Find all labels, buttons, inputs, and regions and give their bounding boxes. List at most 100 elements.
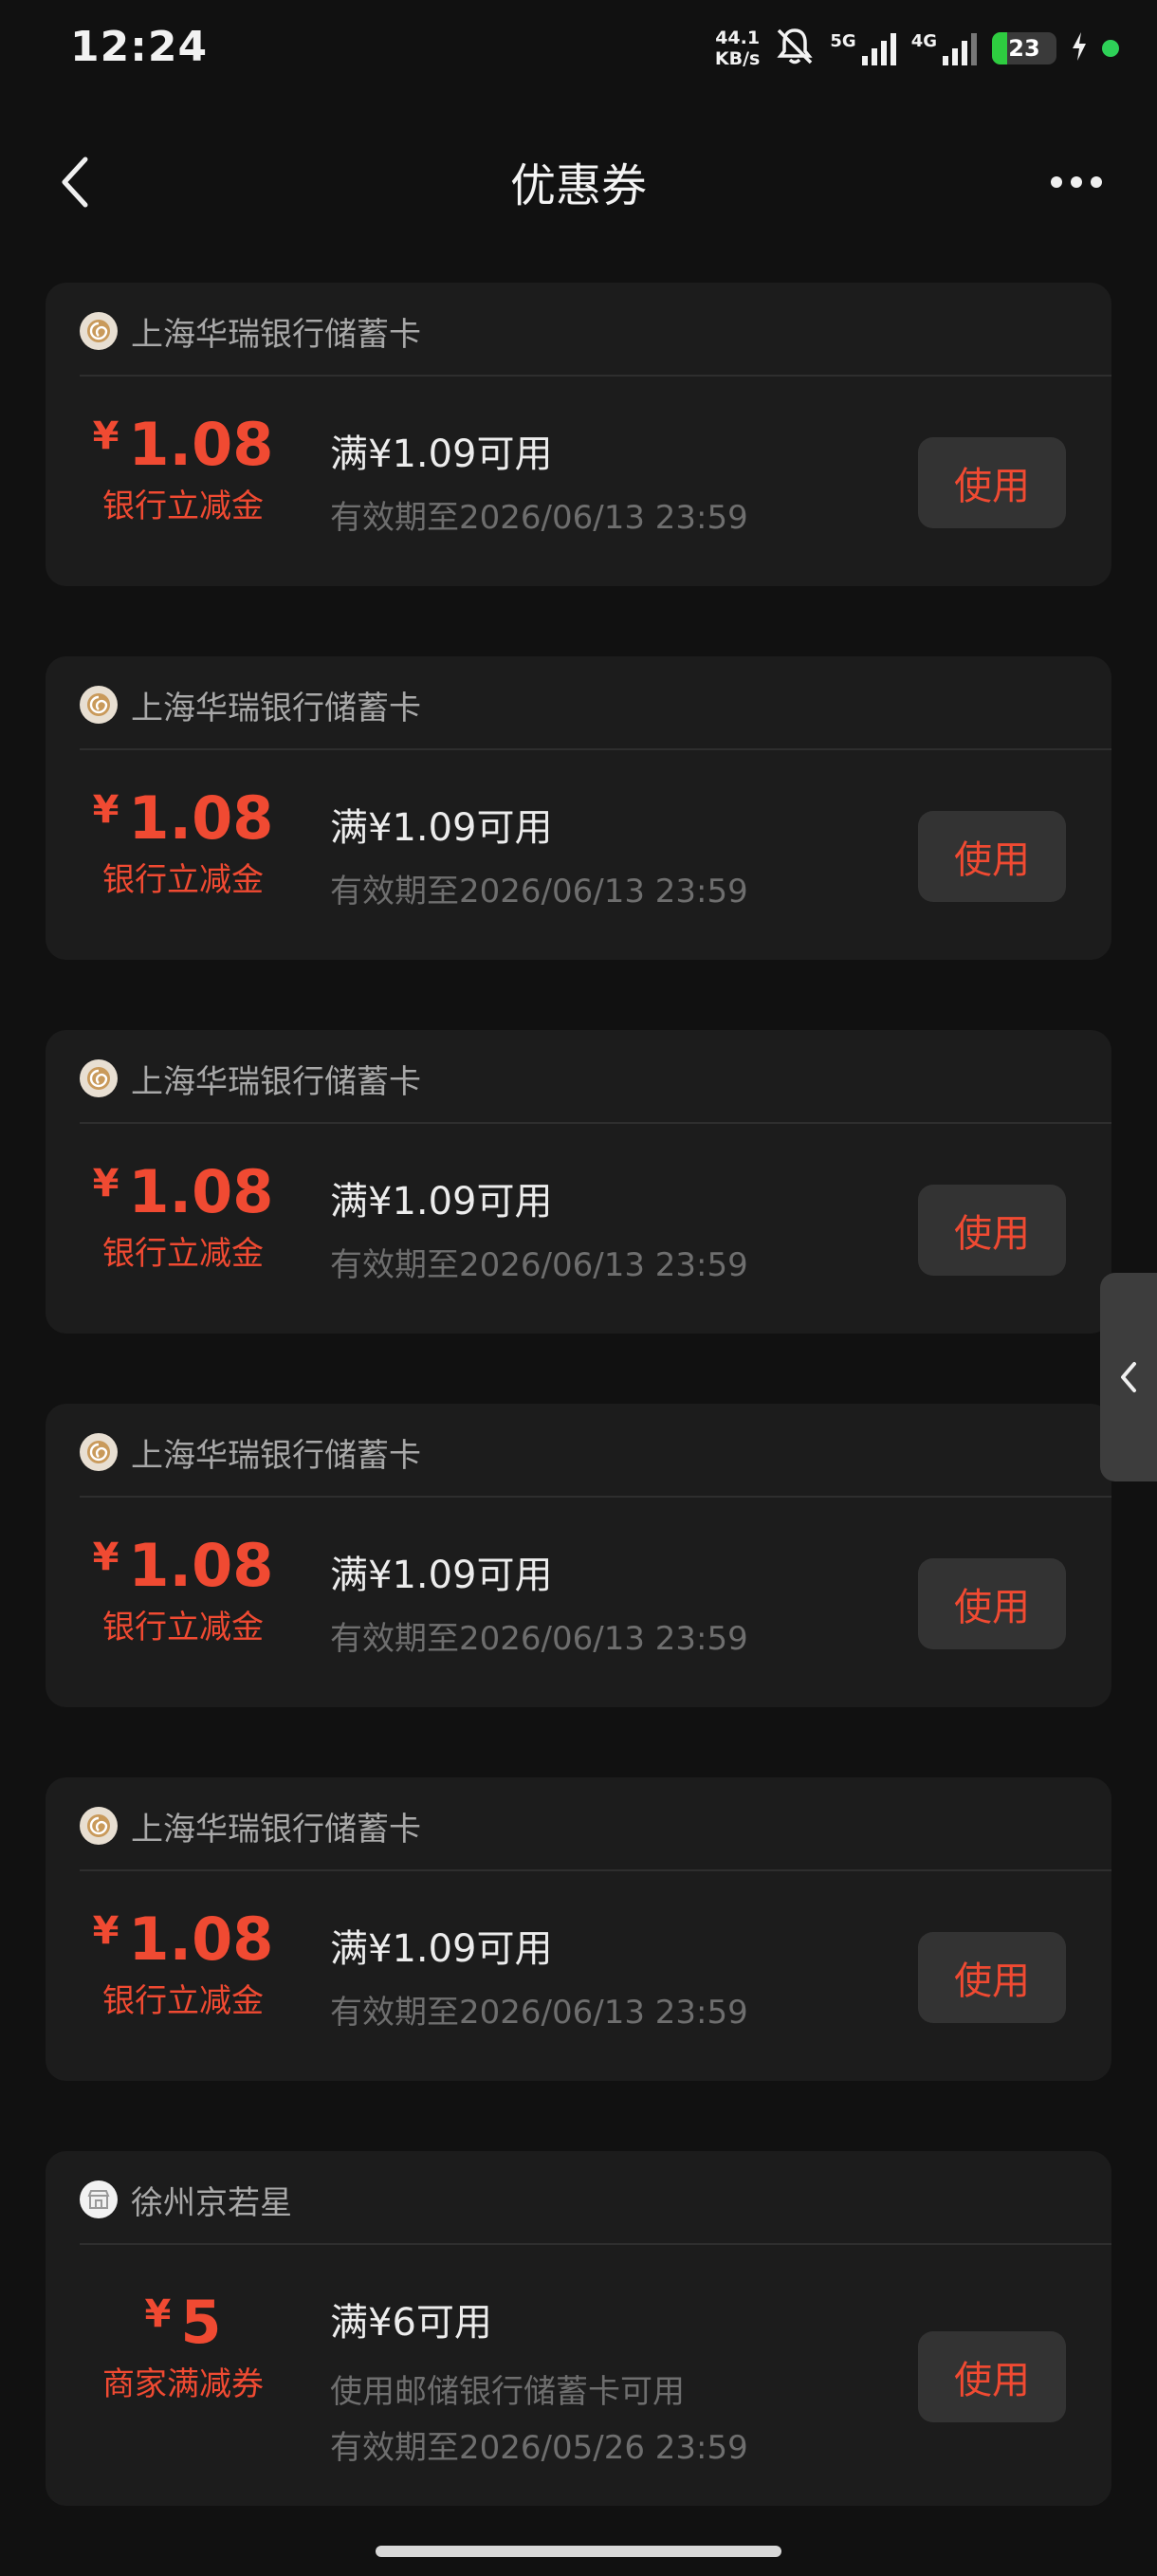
- coupon-condition: 满¥1.09可用: [330, 806, 553, 850]
- coupon-amount: ¥ 1.08 银行立减金: [46, 1163, 321, 1274]
- coupon-condition: 满¥1.09可用: [330, 1927, 553, 1971]
- currency-symbol: ¥: [92, 1162, 119, 1205]
- coupon-merchant: 上海华瑞银行储蓄卡: [80, 685, 421, 727]
- coupon-type: 银行立减金: [102, 861, 264, 899]
- coupon-card: 上海华瑞银行储蓄卡 ¥ 1.08 银行立减金 满¥1.09可用 有效期至2026…: [46, 656, 1111, 960]
- coupon-amount: ¥ 1.08 银行立减金: [46, 1536, 321, 1647]
- amount: ¥ 5: [145, 2293, 222, 2352]
- coupon-merchant: 上海华瑞银行储蓄卡: [80, 311, 421, 354]
- merchant-name: 上海华瑞银行储蓄卡: [131, 1062, 421, 1101]
- coupon-info: 满¥1.09可用 有效期至2026/06/13 23:59: [330, 1544, 748, 1659]
- status-time: 12:24: [70, 23, 209, 71]
- coupon-info: 满¥1.09可用 有效期至2026/06/13 23:59: [330, 423, 748, 538]
- coupon-condition: 满¥1.09可用: [330, 432, 553, 476]
- merchant-name: 上海华瑞银行储蓄卡: [131, 689, 421, 727]
- charging-bolt-icon: [1070, 30, 1089, 66]
- bank-logo-icon: [80, 1807, 118, 1845]
- sim1-signal: 5G: [830, 29, 897, 67]
- coupon-card: 徐州京若星 ¥ 5 商家满减券 满¥6可用 使用邮储银行储蓄卡可用 有效期至20…: [46, 2151, 1111, 2506]
- use-button[interactable]: 使用: [918, 2331, 1066, 2422]
- coupon-validity: 有效期至2026/06/13 23:59: [330, 1994, 748, 2032]
- card-divider: [80, 1496, 1111, 1498]
- coupon-info: 满¥1.09可用 有效期至2026/06/13 23:59: [330, 797, 748, 911]
- amount-value: 1.08: [128, 410, 274, 479]
- coupon-merchant: 上海华瑞银行储蓄卡: [80, 1432, 421, 1475]
- store-icon: [80, 2180, 118, 2218]
- more-dots-icon: [1051, 176, 1062, 188]
- use-button[interactable]: 使用: [918, 1185, 1066, 1276]
- battery-level: 23: [1008, 35, 1040, 62]
- coupon-validity: 有效期至2026/06/13 23:59: [330, 1246, 748, 1284]
- coupon-info: 满¥1.09可用 有效期至2026/06/13 23:59: [330, 1918, 748, 2033]
- amount-value: 1.08: [128, 1531, 274, 1600]
- privacy-indicator-dot: [1102, 40, 1119, 57]
- network-speed-value: 44.1: [715, 28, 761, 48]
- card-divider: [80, 2243, 1111, 2245]
- amount-value: 1.08: [128, 783, 274, 853]
- currency-symbol: ¥: [144, 2292, 172, 2336]
- coupon-validity: 有效期至2026/05/26 23:59: [330, 2429, 748, 2467]
- coupon-note: 使用邮储银行储蓄卡可用: [330, 2373, 685, 2411]
- amount: ¥ 1.08: [93, 789, 274, 848]
- use-button[interactable]: 使用: [918, 811, 1066, 902]
- card-divider: [80, 375, 1111, 377]
- page-title: 优惠券: [509, 159, 647, 212]
- bank-logo-icon: [80, 1059, 118, 1097]
- coupon-amount: ¥ 1.08 银行立减金: [46, 789, 321, 900]
- amount-value: 1.08: [128, 1157, 274, 1226]
- battery-fill: [992, 32, 1007, 64]
- currency-symbol: ¥: [92, 1536, 119, 1579]
- network-speed: 44.1 KB/s: [715, 28, 760, 69]
- coupon-condition: 满¥6可用: [330, 2301, 492, 2345]
- coupon-type: 银行立减金: [102, 488, 264, 525]
- coupon-condition: 满¥1.09可用: [330, 1180, 553, 1224]
- home-indicator[interactable]: [376, 2546, 781, 2557]
- sim2-signal: 4G: [911, 29, 979, 67]
- network-speed-unit: KB/s: [714, 48, 761, 69]
- coupon-list: 上海华瑞银行储蓄卡 ¥ 1.08 银行立减金 满¥1.09可用 有效期至2026…: [46, 283, 1111, 2576]
- coupon-type: 银行立减金: [102, 1982, 264, 2020]
- side-floating-tab[interactable]: [1100, 1273, 1157, 1481]
- use-button[interactable]: 使用: [918, 1932, 1066, 2023]
- card-divider: [80, 1869, 1111, 1871]
- coupon-type: 商家满减券: [102, 2365, 264, 2403]
- amount: ¥ 1.08: [93, 415, 274, 474]
- merchant-name: 徐州京若星: [131, 2183, 292, 2222]
- navigation-bar: 优惠券: [0, 123, 1157, 237]
- coupon-type: 银行立减金: [102, 1235, 264, 1273]
- currency-symbol: ¥: [92, 788, 119, 832]
- coupon-type: 银行立减金: [102, 1609, 264, 1647]
- merchant-name: 上海华瑞银行储蓄卡: [131, 1436, 421, 1475]
- coupon-merchant: 徐州京若星: [80, 2180, 292, 2222]
- bank-logo-icon: [80, 312, 118, 350]
- more-dot: [1091, 176, 1102, 188]
- use-button[interactable]: 使用: [918, 1558, 1066, 1649]
- more-button[interactable]: [1034, 144, 1119, 220]
- bank-logo-icon: [80, 1433, 118, 1471]
- bell-off-icon: [773, 25, 817, 72]
- coupon-card: 上海华瑞银行储蓄卡 ¥ 1.08 银行立减金 满¥1.09可用 有效期至2026…: [46, 1030, 1111, 1334]
- merchant-name: 上海华瑞银行储蓄卡: [131, 1810, 421, 1849]
- sim1-label: 5G: [830, 31, 856, 51]
- status-icons: 44.1 KB/s 5G 4G 23: [715, 23, 1119, 74]
- card-divider: [80, 1122, 1111, 1124]
- chevron-left-icon: [1121, 1362, 1136, 1392]
- currency-symbol: ¥: [92, 1909, 119, 1953]
- signal-bars-icon: [861, 33, 896, 65]
- currency-symbol: ¥: [92, 414, 119, 458]
- coupon-condition: 满¥1.09可用: [330, 1554, 553, 1597]
- coupon-validity: 有效期至2026/06/13 23:59: [330, 1620, 748, 1658]
- card-divider: [80, 748, 1111, 750]
- coupon-card: 上海华瑞银行储蓄卡 ¥ 1.08 银行立减金 满¥1.09可用 有效期至2026…: [46, 1777, 1111, 2081]
- coupon-validity: 有效期至2026/06/13 23:59: [330, 499, 748, 537]
- coupon-amount: ¥ 5 商家满减券: [46, 2293, 321, 2404]
- amount-value: 5: [180, 2288, 222, 2357]
- bank-logo-icon: [80, 686, 118, 724]
- use-button[interactable]: 使用: [918, 437, 1066, 528]
- sim2-label: 4G: [910, 31, 937, 51]
- amount: ¥ 1.08: [93, 1910, 274, 1969]
- coupon-merchant: 上海华瑞银行储蓄卡: [80, 1058, 421, 1101]
- amount-value: 1.08: [128, 1904, 274, 1974]
- battery-indicator: 23: [992, 32, 1056, 64]
- signal-bars-icon: [943, 33, 977, 65]
